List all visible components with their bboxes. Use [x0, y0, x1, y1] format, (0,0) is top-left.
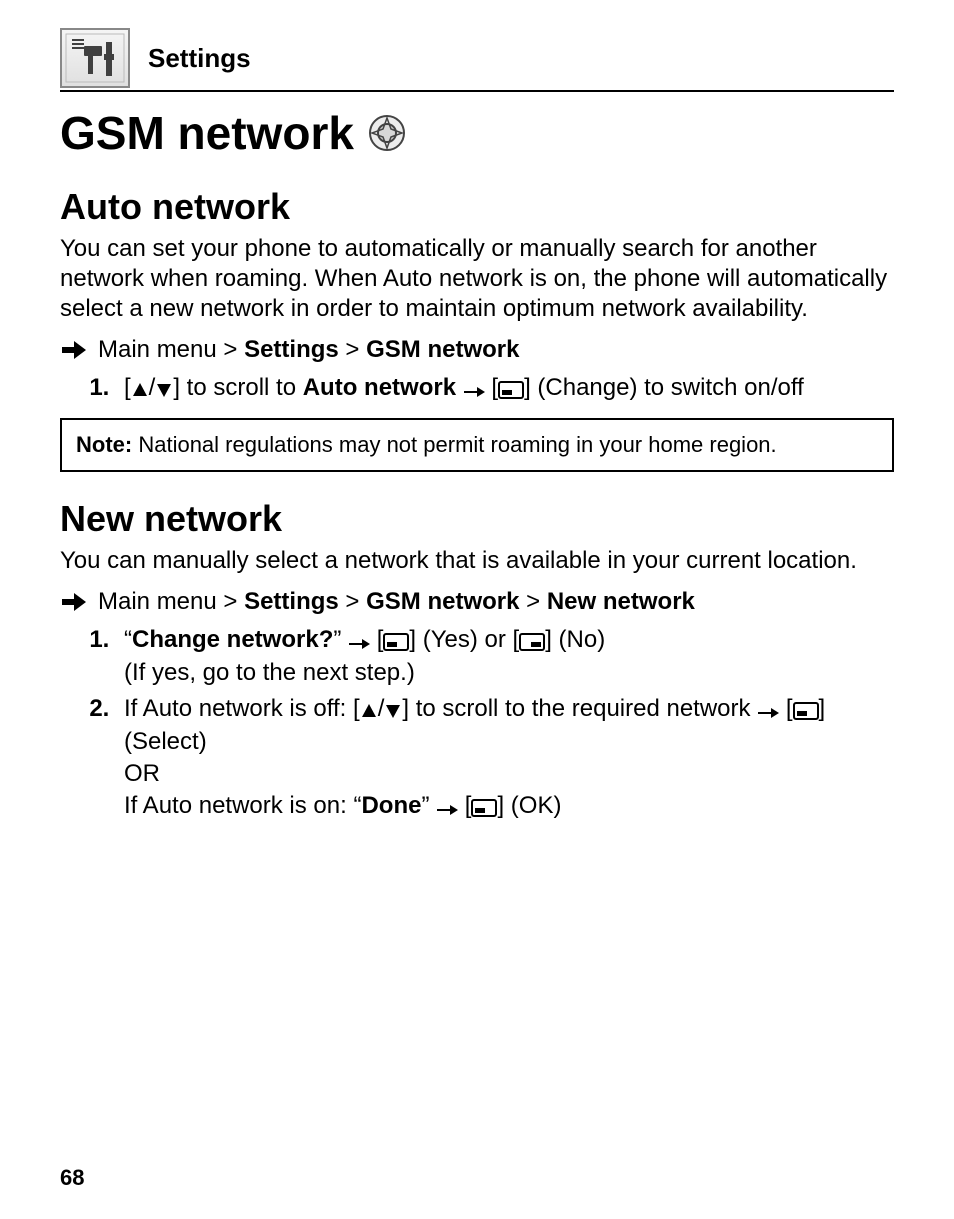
new-steps: “Change network?” [] (Yes) or [] (No) (I…: [60, 624, 894, 822]
done: Done: [361, 792, 421, 819]
nav-sep: >: [339, 588, 366, 615]
nav-prefix: Main menu >: [98, 588, 244, 615]
page-title: GSM network: [60, 106, 354, 160]
step-text: [: [124, 374, 131, 401]
nav-seg: GSM network: [366, 336, 519, 363]
nav-seg: Settings: [244, 336, 339, 363]
on-mid: ”: [421, 792, 436, 819]
nav-seg: GSM network: [366, 588, 519, 615]
q-open: “: [124, 626, 132, 653]
network-icon: [368, 114, 406, 152]
nav-seg: Settings: [244, 588, 339, 615]
new-breadcrumb: Main menu > Settings > GSM network > New…: [60, 588, 894, 616]
nav-seg: New network: [547, 588, 695, 615]
step: If Auto network is off: [ / ] to scroll to…: [116, 693, 894, 823]
off-pre: If Auto network is off: [: [124, 695, 360, 722]
step-text: ] to scroll to: [173, 374, 302, 401]
new-network-heading: New network: [60, 498, 894, 540]
sel-open: [: [779, 695, 792, 722]
mid: [: [370, 626, 383, 653]
title-row: GSM network: [60, 106, 894, 160]
nav-sep: >: [519, 588, 546, 615]
step-text: ] (Change) to switch on/off: [524, 374, 804, 401]
ok-open: [: [458, 792, 471, 819]
right-arrow-icon: [463, 385, 485, 399]
yes: ] (Yes) or [: [409, 626, 519, 653]
note-label: Note:: [76, 432, 132, 457]
softkey-icon: [471, 799, 497, 817]
softkey-icon: [498, 381, 524, 399]
up-triangle-icon: [131, 381, 149, 399]
new-network-desc: You can manually select a network that i…: [60, 546, 894, 576]
down-triangle-icon: [155, 381, 173, 399]
auto-network-heading: Auto network: [60, 186, 894, 228]
no: ] (No): [545, 626, 605, 653]
step: [ / ] to scroll to Auto network [ ] (Change…: [116, 372, 894, 404]
right-arrow-icon: [436, 803, 458, 817]
step: “Change network?” [ ] (Yes) or [ ] (No) (I…: [116, 624, 894, 689]
page-header: Settings: [60, 28, 894, 92]
slash: /: [378, 695, 385, 722]
off-mid: ] to scroll to the required network: [402, 695, 757, 722]
auto-steps: [ / ] to scroll to Auto network [ ] (Change…: [60, 372, 894, 404]
step-text: /: [149, 374, 156, 401]
line2: (If yes, go to the next step.): [124, 659, 415, 686]
settings-icon: [60, 28, 130, 88]
note-box: Note: National regulations may not permi…: [60, 418, 894, 472]
page-number: 68: [60, 1165, 84, 1191]
nav-arrow-icon: [60, 590, 88, 614]
step-target: Auto network: [303, 374, 456, 401]
right-arrow-icon: [757, 706, 779, 720]
step-text: [: [485, 374, 498, 401]
nav-sep: >: [339, 336, 366, 363]
q-close: ”: [333, 626, 348, 653]
nav-arrow-icon: [60, 338, 88, 362]
header-label: Settings: [148, 43, 251, 74]
down-triangle-icon: [384, 702, 402, 720]
right-arrow-icon: [348, 637, 370, 651]
softkey-icon: [519, 633, 545, 651]
ok-close: ] (OK): [497, 792, 561, 819]
auto-network-desc: You can set your phone to automatically …: [60, 234, 894, 324]
on-pre: If Auto network is on: “: [124, 792, 361, 819]
softkey-icon: [793, 702, 819, 720]
or: OR: [124, 760, 160, 787]
auto-breadcrumb: Main menu > Settings > GSM network: [60, 336, 894, 364]
q-text: Change network?: [132, 626, 333, 653]
up-triangle-icon: [360, 702, 378, 720]
nav-prefix: Main menu >: [98, 336, 244, 363]
note-text: National regulations may not permit roam…: [132, 432, 776, 457]
softkey-icon: [383, 633, 409, 651]
